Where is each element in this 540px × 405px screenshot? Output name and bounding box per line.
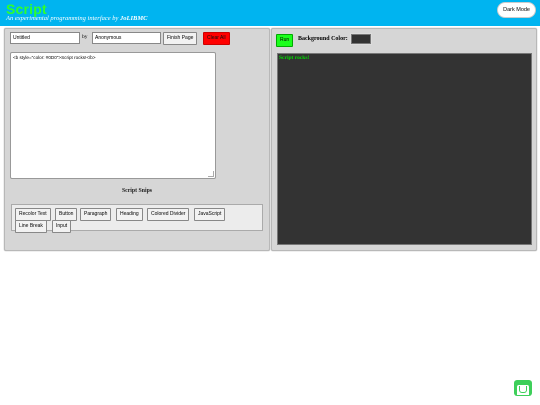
snip-line-break-button[interactable]: Line Break: [15, 220, 47, 233]
subtitle-author[interactable]: JoLIBMC: [120, 15, 147, 22]
snip-paragraph-button[interactable]: Paragraph: [80, 208, 112, 221]
snip-javascript-button[interactable]: JavaScript: [194, 208, 226, 221]
preview-panel: Run Background Color: Script rocks!: [271, 28, 537, 251]
finish-page-button[interactable]: Finish Page: [163, 32, 198, 45]
dark-mode-button[interactable]: Dark Mode: [497, 2, 536, 18]
snips-title: Script Snips: [121, 188, 153, 194]
author-input[interactable]: Anonymous: [92, 32, 161, 44]
snip-input-button[interactable]: Input: [52, 220, 72, 233]
resize-handle[interactable]: [208, 171, 214, 177]
background-color-picker[interactable]: [350, 33, 372, 45]
run-button[interactable]: Run: [276, 34, 294, 47]
subtitle-text: An experimental programming interface by: [6, 15, 121, 22]
page-name-input[interactable]: Untitled: [10, 32, 80, 44]
preview-output: Script rocks!: [277, 53, 532, 245]
code-editor[interactable]: <b style="color: #0D0">Script rocks!</b>: [10, 52, 216, 179]
app-subtitle: An experimental programming interface by…: [6, 15, 147, 22]
code-text: <b style="color: #0D0">Script rocks!</b>: [13, 55, 96, 60]
badge-glyph: [519, 386, 527, 393]
snips-container: Recolor Text Button Paragraph Heading Co…: [11, 204, 263, 233]
green-badge-icon[interactable]: [514, 380, 532, 396]
by-label: by: [82, 34, 88, 40]
snip-heading-button[interactable]: Heading: [116, 208, 143, 221]
clear-all-button[interactable]: Clear All: [203, 32, 230, 45]
background-color-label: Background Color:: [298, 36, 348, 42]
header-bar: Script An experimental programming inter…: [0, 0, 540, 26]
editor-panel: Untitled by Anonymous Finish Page Clear …: [4, 28, 270, 251]
output-text: Script rocks!: [279, 55, 310, 61]
snip-colored-divider-button[interactable]: Colored Divider: [147, 208, 190, 221]
